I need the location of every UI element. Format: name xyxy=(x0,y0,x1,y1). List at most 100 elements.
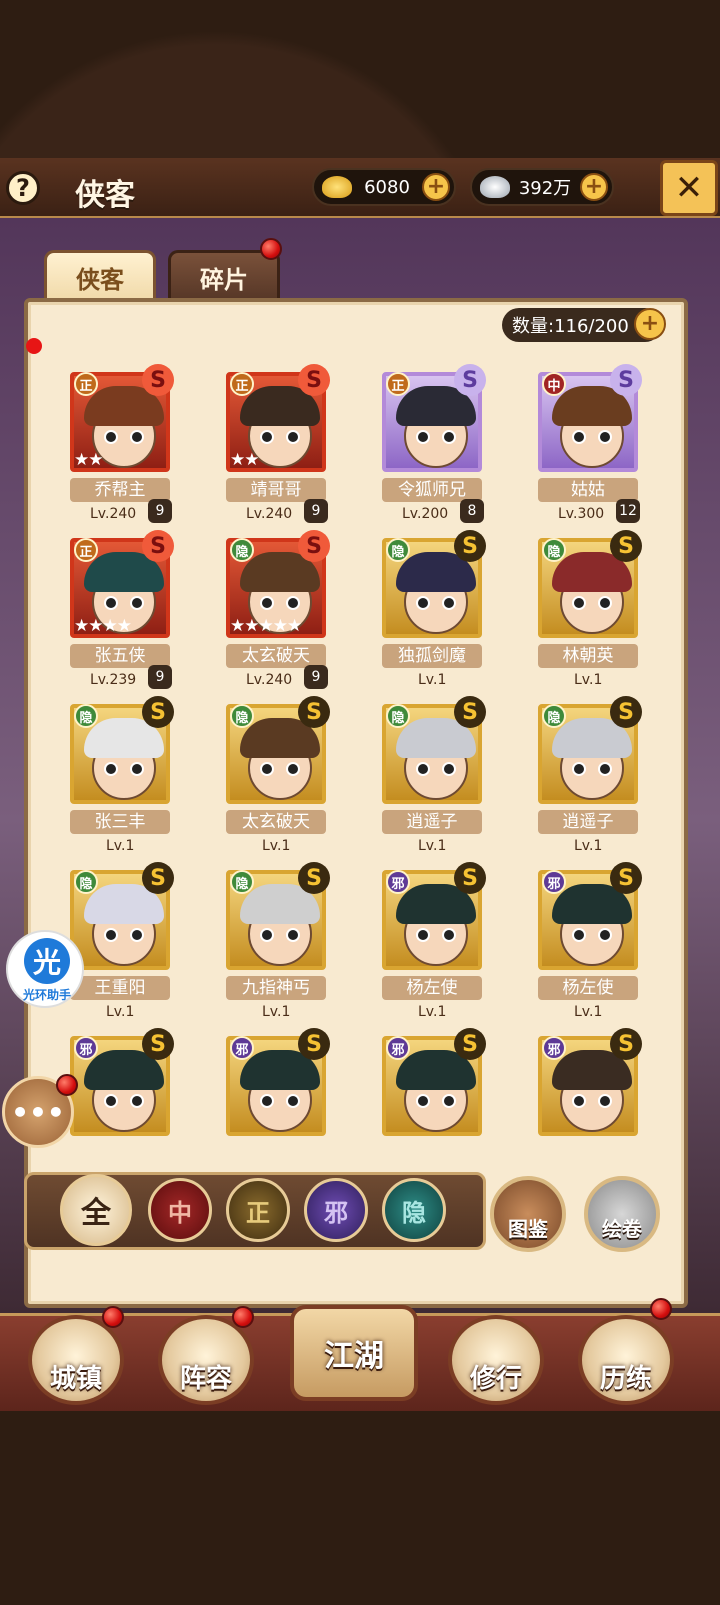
help-button[interactable]: ? xyxy=(6,171,40,205)
nav-training-label: 修行 xyxy=(469,1364,522,1394)
nav-training-button[interactable]: 修行 xyxy=(448,1315,544,1405)
hero-eye xyxy=(130,596,144,610)
grade-s-icon: S xyxy=(454,696,486,728)
hero-eye xyxy=(416,596,430,610)
hero-card[interactable]: 隐 S ★★★★★ 太玄破天 Lv.240 9 xyxy=(182,528,332,689)
hero-name: 独孤剑魔 xyxy=(382,644,482,668)
hero-card[interactable]: 邪 S 杨左使 Lv.1 xyxy=(494,860,644,1020)
grade-s-icon: S xyxy=(142,696,174,728)
faction-badge: 邪 xyxy=(74,1036,98,1060)
hero-level: Lv.200 xyxy=(402,506,449,522)
filter-hidden-button[interactable]: 隐 xyxy=(382,1178,446,1242)
hero-level: Lv.1 xyxy=(418,838,447,854)
tab-fragments[interactable]: 碎片 xyxy=(168,250,280,302)
faction-badge: 邪 xyxy=(386,1036,410,1060)
notification-dot xyxy=(650,1298,672,1320)
hero-eye xyxy=(416,928,430,942)
faction-badge: 邪 xyxy=(542,870,566,894)
faction-badge: 正 xyxy=(230,372,254,396)
hero-eye xyxy=(260,430,274,444)
chat-bubble-icon: ••• xyxy=(11,1095,65,1129)
hero-eye xyxy=(286,928,300,942)
game-screen: ? 侠客 6080 + 392万 + ✕ 侠客 碎片 数量:116/200 + … xyxy=(0,0,720,1605)
hero-eye xyxy=(442,596,456,610)
advance-level-badge: 9 xyxy=(304,499,328,523)
faction-badge: 隐 xyxy=(74,704,98,728)
tab-heroes[interactable]: 侠客 xyxy=(44,250,156,302)
hero-eye xyxy=(130,762,144,776)
filter-righteous-button[interactable]: 正 xyxy=(226,1178,290,1242)
hero-card[interactable]: 隐 S 逍遥子 Lv.1 xyxy=(494,694,644,854)
nav-trial-button[interactable]: 历练 xyxy=(578,1315,674,1405)
close-button[interactable]: ✕ xyxy=(660,160,718,216)
hero-name: 杨左使 xyxy=(538,976,638,1000)
hero-level: Lv.239 xyxy=(90,672,137,688)
hero-card[interactable]: 隐 S 逍遥子 Lv.1 xyxy=(338,694,488,854)
hero-eye xyxy=(442,928,456,942)
faction-badge: 隐 xyxy=(74,870,98,894)
hero-card[interactable]: 正 S ★★ 乔帮主 Lv.240 9 xyxy=(26,362,176,523)
hero-eye xyxy=(260,928,274,942)
hero-eye xyxy=(260,1094,274,1108)
filter-neutral-button[interactable]: 中 xyxy=(148,1178,212,1242)
illustrated-handbook-label: 图鉴 xyxy=(508,1217,548,1241)
hero-eye xyxy=(286,1094,300,1108)
hero-card[interactable]: 中 S 姑姑 Lv.300 12 xyxy=(494,362,644,523)
hero-card[interactable]: 正 S ★★★★ 张五侠 Lv.239 9 xyxy=(26,528,176,689)
hero-eye xyxy=(598,762,612,776)
hero-level: Lv.240 xyxy=(246,672,293,688)
advance-level-badge: 9 xyxy=(304,665,328,689)
scroll-gallery-label: 绘卷 xyxy=(602,1217,642,1241)
hero-card[interactable]: 邪 S 杨左使 Lv.1 xyxy=(338,860,488,1020)
add-silver-button[interactable]: + xyxy=(579,173,608,201)
notification-dot xyxy=(260,238,282,260)
hero-card[interactable]: 邪S xyxy=(182,1026,332,1144)
illustrated-handbook-button[interactable]: 图鉴 xyxy=(490,1176,566,1252)
hero-card[interactable]: 正 S 令狐师兄 Lv.200 8 xyxy=(338,362,488,523)
hero-card[interactable]: 隐 S 九指神丐 Lv.1 xyxy=(182,860,332,1020)
nav-lineup-button[interactable]: 阵容 xyxy=(158,1315,254,1405)
faction-badge: 隐 xyxy=(230,870,254,894)
hero-level: Lv.1 xyxy=(106,1004,135,1020)
grade-s-icon: S xyxy=(142,530,174,562)
hero-eye xyxy=(286,430,300,444)
gold-ingot-icon xyxy=(322,176,352,198)
hero-eye xyxy=(598,1094,612,1108)
faction-badge: 邪 xyxy=(230,1036,254,1060)
hero-card[interactable]: 隐 S 独孤剑魔 Lv.1 xyxy=(338,528,488,688)
add-gold-button[interactable]: + xyxy=(422,173,450,201)
filter-evil-button[interactable]: 邪 xyxy=(304,1178,368,1242)
hero-eye xyxy=(598,596,612,610)
faction-badge: 正 xyxy=(74,372,98,396)
grade-s-icon: S xyxy=(454,862,486,894)
hero-eye xyxy=(286,762,300,776)
nav-town-label: 城镇 xyxy=(49,1364,102,1394)
silver-amount: 392万 xyxy=(518,178,572,199)
hero-card[interactable]: 邪S xyxy=(494,1026,644,1144)
nav-lineup-label: 阵容 xyxy=(179,1364,232,1394)
faction-badge: 隐 xyxy=(542,704,566,728)
silver-ingot-icon xyxy=(480,176,510,198)
hero-card[interactable]: 隐 S 太玄破天 Lv.1 xyxy=(182,694,332,854)
hero-eye xyxy=(416,430,430,444)
page-title: 侠客 xyxy=(75,178,135,213)
grade-s-icon: S xyxy=(142,1028,174,1060)
faction-badge: 隐 xyxy=(386,538,410,562)
hero-name: 杨左使 xyxy=(382,976,482,1000)
faction-badge: 正 xyxy=(74,538,98,562)
grade-s-icon: S xyxy=(454,1028,486,1060)
advance-level-badge: 12 xyxy=(616,499,640,523)
hero-card[interactable]: 正 S ★★ 靖哥哥 Lv.240 9 xyxy=(182,362,332,523)
halo-assistant-widget[interactable]: 光 光环助手 xyxy=(6,930,84,1008)
hero-eye xyxy=(598,430,612,444)
hero-card[interactable]: 邪S xyxy=(338,1026,488,1144)
hero-name: 林朝英 xyxy=(538,644,638,668)
filter-all-button[interactable]: 全 xyxy=(60,1174,132,1246)
hero-eye xyxy=(260,762,274,776)
hero-card[interactable]: 隐 S 张三丰 Lv.1 xyxy=(26,694,176,854)
scroll-gallery-button[interactable]: 绘卷 xyxy=(584,1176,660,1252)
expand-capacity-button[interactable]: + xyxy=(634,308,666,340)
nav-town-button[interactable]: 城镇 xyxy=(28,1315,124,1405)
hero-card[interactable]: 隐 S 林朝英 Lv.1 xyxy=(494,528,644,688)
nav-jianghu-button[interactable]: 江湖 xyxy=(290,1305,418,1401)
